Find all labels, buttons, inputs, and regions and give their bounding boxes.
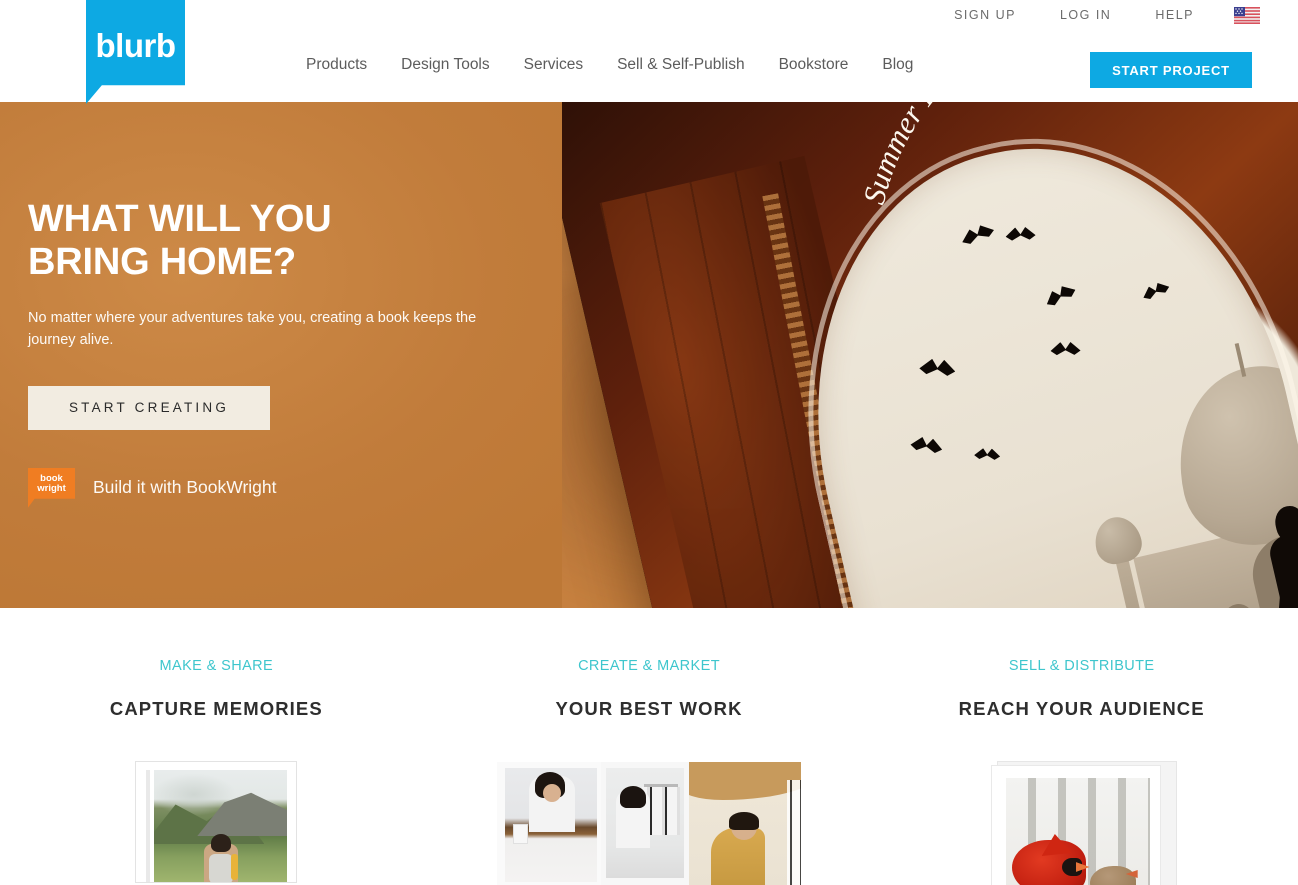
hiker-backpack <box>208 854 233 882</box>
open-book-spread-fashion-photos-icon <box>497 762 801 885</box>
bookwright-badge-line-2: wright <box>37 483 66 495</box>
hero-copy: WHAT WILL YOU BRING HOME? No matter wher… <box>28 198 548 508</box>
nav-item-sell-self-publish[interactable]: Sell & Self-Publish <box>617 56 779 74</box>
bookwright-badge-line-1: book <box>40 472 63 484</box>
hiker-strap <box>230 854 238 880</box>
hiker-figure <box>198 832 244 882</box>
help-link[interactable]: HELP <box>1133 8 1216 22</box>
hero-photo-book-summer-in-india: Summer In India <box>562 102 1298 608</box>
photo-woman-clothes-rack <box>606 768 684 878</box>
hero-title-line-2: BRING HOME? <box>28 241 297 284</box>
rack-person-hair <box>620 786 646 808</box>
nav-item-blog[interactable]: Blog <box>882 56 913 74</box>
start-creating-button[interactable]: START CREATING <box>28 385 270 430</box>
feature-column-sell-distribute: SELL & DISTRIBUTE REACH YOUR AUDIENCE <box>865 608 1298 885</box>
sketching-person-face <box>543 784 561 802</box>
hero-title-line-1: WHAT WILL YOU <box>28 198 332 240</box>
mountain-right <box>197 792 288 836</box>
cardinal-photo <box>1005 778 1150 885</box>
feature-eyebrow-sell-distribute[interactable]: SELL & DISTRIBUTE <box>1009 658 1155 674</box>
page-root: SIGN UP LOG IN HELP blurb Products Desig… <box>0 0 1298 885</box>
photo-book-hiker-mountains-icon <box>136 762 297 882</box>
feature-column-make-share: MAKE & SHARE CAPTURE MEMORIES <box>0 608 433 885</box>
bookwright-label: Build it with BookWright <box>93 477 277 498</box>
log-in-link[interactable]: LOG IN <box>1038 8 1133 22</box>
bookwright-link[interactable]: book wright Build it with BookWright <box>28 467 548 508</box>
photo-woman-sketching <box>505 768 597 882</box>
feature-art-your-best-work[interactable] <box>497 762 801 885</box>
hardcover-book-cardinal-bird-icon <box>984 762 1180 885</box>
spread-page-left <box>497 762 601 885</box>
blurb-logo[interactable]: blurb <box>86 0 185 104</box>
main-navigation: Products Design Tools Services Sell & Se… <box>306 56 913 74</box>
features-section: MAKE & SHARE CAPTURE MEMORIES CREATE & M… <box>0 608 1298 885</box>
book-spine <box>146 770 151 882</box>
nav-item-products[interactable]: Products <box>306 56 401 74</box>
spread-page-middle <box>601 762 689 885</box>
nav-item-services[interactable]: Services <box>524 56 617 74</box>
feature-art-capture-memories[interactable] <box>136 762 297 882</box>
photo-book: Summer In India <box>562 102 1298 608</box>
hiker-hair <box>210 834 231 852</box>
feature-art-reach-your-audience[interactable] <box>984 762 1180 885</box>
feature-title-reach-your-audience: REACH YOUR AUDIENCE <box>958 698 1205 719</box>
bookwright-badge-text: book wright <box>28 472 75 495</box>
page-edge-garments <box>787 780 801 885</box>
model-hair <box>729 812 759 830</box>
spread-page-right <box>689 762 801 885</box>
book-front-cover <box>991 766 1160 885</box>
us-flag-icon[interactable] <box>1234 6 1260 24</box>
hiker-photo <box>154 770 288 882</box>
nav-item-bookstore[interactable]: Bookstore <box>779 56 883 74</box>
start-project-button[interactable]: START PROJECT <box>1090 52 1252 88</box>
desk-mug <box>513 824 528 844</box>
hero-section: Summer In India WHAT WILL YOU BRING HOME… <box>0 102 1298 608</box>
hero-title: WHAT WILL YOU BRING HOME? <box>28 198 548 285</box>
logo-wordmark: blurb <box>95 27 176 64</box>
feature-column-create-market: CREATE & MARKET YOUR BEST WORK <box>433 608 866 885</box>
bookwright-badge-icon: book wright <box>28 467 75 508</box>
feature-title-capture-memories: CAPTURE MEMORIES <box>109 698 323 719</box>
backdrop-curve <box>689 762 801 800</box>
hero-subtitle: No matter where your adventures take you… <box>28 309 477 349</box>
site-header: SIGN UP LOG IN HELP blurb Products Desig… <box>0 0 1298 104</box>
sign-up-link[interactable]: SIGN UP <box>932 8 1038 22</box>
utility-bar: SIGN UP LOG IN HELP <box>932 0 1262 30</box>
feature-title-your-best-work: YOUR BEST WORK <box>555 698 743 719</box>
nav-item-design-tools[interactable]: Design Tools <box>401 56 523 74</box>
feature-eyebrow-make-share[interactable]: MAKE & SHARE <box>160 658 274 674</box>
feature-eyebrow-create-market[interactable]: CREATE & MARKET <box>578 658 720 674</box>
